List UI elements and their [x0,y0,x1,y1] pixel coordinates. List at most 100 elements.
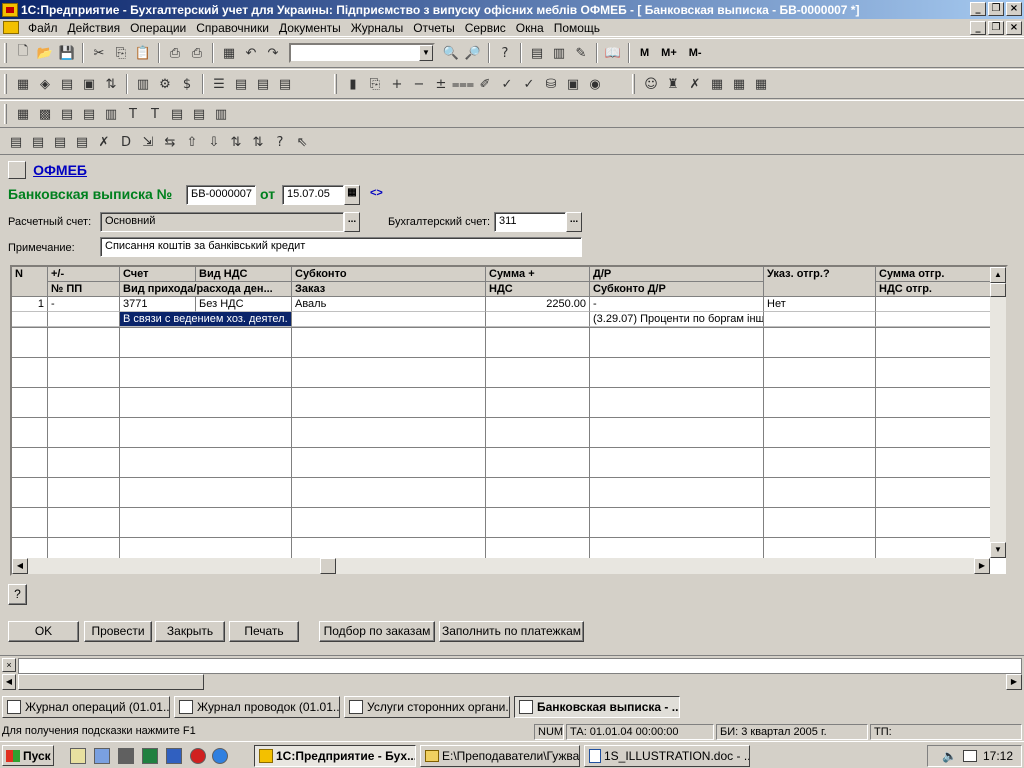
report-t2-icon[interactable]: T [145,104,165,124]
transfer-icon[interactable]: ⇅ [101,74,121,94]
console-icon[interactable] [118,748,134,764]
menu-reports[interactable]: Отчеты [408,21,459,35]
journal-icon[interactable]: ▤ [57,74,77,94]
col-header-shipment-vat[interactable]: НДС отгр. [876,282,996,297]
volume-icon[interactable]: 🔈 [942,749,957,763]
cell-sum-plus[interactable]: 2250.00 [486,297,590,312]
menu-actions[interactable]: Действия [63,21,126,35]
horizontal-scroll-thumb[interactable] [320,558,336,574]
ie-icon[interactable] [212,748,228,764]
outlook-icon[interactable] [94,748,110,764]
copy-doc-icon[interactable]: ⎘ [365,74,385,94]
task-1c[interactable]: 1С:Предприятие - Бух... [254,745,416,767]
col-header-movement-type[interactable]: Вид прихода/расхода ден... [120,282,292,297]
tab-entries-journal[interactable]: Журнал проводок (01.01.... [174,696,340,718]
book-icon[interactable]: 📖 [603,43,623,63]
report-chart-icon[interactable]: ▥ [211,104,231,124]
cell-order[interactable] [292,312,486,327]
calculator-icon[interactable]: ▦ [219,43,239,63]
ok-button[interactable]: OK [8,621,79,642]
col-header-dr-subconto[interactable]: Субконто Д/Р [590,282,764,297]
tab-third-party-services[interactable]: Услуги сторонних органи... [344,696,510,718]
cell-subconto[interactable]: Аваль [292,297,486,312]
account-select-button[interactable]: ... [344,212,360,232]
new-icon[interactable]: 🗋 [13,43,33,63]
col-header-shipment-flag[interactable]: Указ. отгр.? [764,267,876,297]
doc-number-field[interactable]: БВ-0000007 [186,185,256,205]
edit-text-icon[interactable]: ✎ [571,43,591,63]
cell-shipment-flag[interactable]: Нет [764,297,876,312]
invoice-icon[interactable]: ▤ [231,74,251,94]
menu-help[interactable]: Помощь [549,21,605,35]
memory-minus-button[interactable]: M- [684,47,707,59]
account-field[interactable]: Основний [100,212,344,232]
report-t-icon[interactable]: T [123,104,143,124]
arrow-down-icon[interactable]: ⇩ [204,132,224,152]
cell-shipment-vat[interactable] [876,312,996,327]
print-icon[interactable]: ⎙ [165,43,185,63]
mdi-close-button[interactable]: × [1006,21,1022,35]
cell-pp-number[interactable] [48,312,120,327]
person-icon[interactable]: ☺ [641,74,661,94]
fill-payments-button[interactable]: Заполнить по платежкам [439,621,584,642]
cell-shipment-sum[interactable] [876,297,996,312]
tab-bank-statement[interactable]: Банковская выписка - ... [514,696,680,718]
cell-vat[interactable] [486,312,590,327]
sort-asc-icon[interactable]: ⇅ [226,132,246,152]
col-header-dr[interactable]: Д/Р [590,267,764,282]
app-icon[interactable] [2,2,18,17]
coins-icon[interactable]: ⛁ [541,74,561,94]
sort-desc-icon[interactable]: ⇅ [248,132,268,152]
double-check-icon[interactable]: ✓ [519,74,539,94]
currency-icon[interactable]: $ [177,74,197,94]
clock[interactable]: 17:12 [983,749,1013,763]
org-select-button[interactable] [8,161,26,179]
mdi-restore-button[interactable]: ❐ [988,21,1004,35]
message-scroll-thumb[interactable] [18,674,204,690]
col-header-vat[interactable]: НДС [486,282,590,297]
memory-plus-button[interactable]: M+ [656,47,682,59]
chevron-down-icon[interactable]: ▼ [419,45,433,61]
equals-icon[interactable]: ⩶ [452,74,474,94]
memory-button[interactable]: M [635,47,654,59]
whats-this-icon[interactable]: ⇖ [292,132,312,152]
scroll-down-icon[interactable]: ▼ [990,542,1006,558]
col-header-pp-number[interactable]: № ПП [48,282,120,297]
plus-icon[interactable]: + [387,74,407,94]
maximize-button[interactable]: ❐ [988,2,1004,16]
redo-icon[interactable]: ↷ [263,43,283,63]
cancel-doc-icon[interactable]: ✗ [685,74,705,94]
task-word[interactable]: 1S_ILLUSTRATION.doc - ... [584,745,750,767]
undo-icon[interactable]: ↶ [241,43,261,63]
word-icon[interactable] [166,748,182,764]
doc-date-field[interactable]: 15.07.05 [282,185,344,205]
fixed-assets-icon[interactable]: ⚙ [155,74,175,94]
delete-mark-icon[interactable]: ✗ [94,132,114,152]
mdi-minimize-button[interactable]: _ [970,21,986,35]
menu-journals[interactable]: Журналы [346,21,408,35]
paste-icon[interactable]: 📋 [133,43,153,63]
scroll-left-icon[interactable]: ◀ [12,558,28,574]
scroll-right-icon[interactable]: ▶ [974,558,990,574]
pencil-icon[interactable]: ✐ [475,74,495,94]
grid-doc-3-icon[interactable]: ▦ [751,74,771,94]
entries-icon[interactable]: ▣ [79,74,99,94]
cell-n[interactable]: 1 [12,297,48,312]
menu-windows[interactable]: Окна [511,21,549,35]
grid-doc-2-icon[interactable]: ▦ [729,74,749,94]
plus-minus-icon[interactable]: ± [431,74,451,94]
help-doc-icon[interactable]: ? [270,132,290,152]
col-header-order[interactable]: Заказ [292,282,486,297]
report-sheet-5-icon[interactable]: ▤ [189,104,209,124]
arrow-up-icon[interactable]: ⇧ [182,132,202,152]
calculator-open-icon[interactable]: ▤ [527,43,547,63]
menu-operations[interactable]: Операции [125,21,191,35]
minimize-button[interactable]: _ [970,2,986,16]
col-header-vat-type[interactable]: Вид НДС [196,267,292,282]
table-vertical-scrollbar[interactable]: ▲ ▼ [990,267,1006,558]
close-button[interactable]: × [1006,2,1022,16]
report-sheet-4-icon[interactable]: ▤ [167,104,187,124]
import-icon[interactable]: ⇲ [138,132,158,152]
post-button[interactable]: Провести [84,621,152,642]
operation-icon[interactable]: ◈ [35,74,55,94]
